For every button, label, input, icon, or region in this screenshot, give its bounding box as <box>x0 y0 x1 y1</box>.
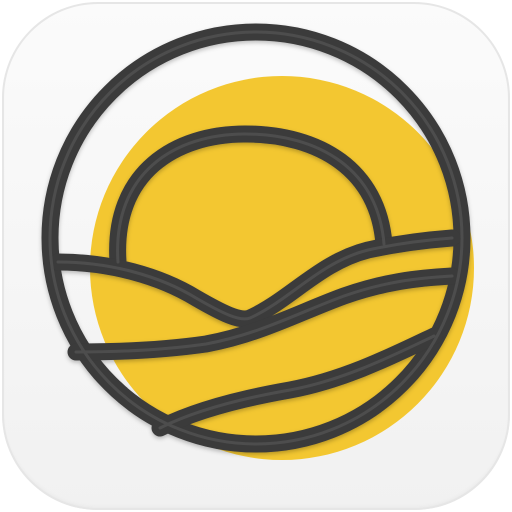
sunrise-over-waves-logo-icon <box>41 23 474 460</box>
app-icon-canvas <box>0 0 512 512</box>
